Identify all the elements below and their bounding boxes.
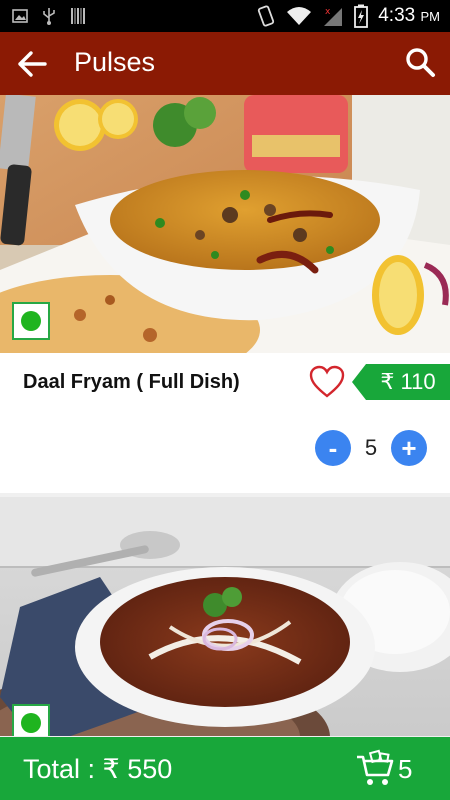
product-card: Daal Fryam ( Full Dish) ₹ 110 - 5 +	[0, 95, 450, 493]
page-title: Pulses	[74, 47, 156, 77]
status-bar: x 4:33 PM	[0, 0, 450, 32]
usb-icon	[43, 8, 55, 25]
image-icon	[12, 9, 28, 23]
cart-count: 5	[398, 754, 413, 784]
svg-text:x: x	[325, 7, 331, 17]
veg-mark-icon	[12, 302, 50, 340]
app-bar: Pulses	[0, 32, 450, 95]
food-image[interactable]	[0, 95, 450, 353]
quantity-decrease-button[interactable]: -	[315, 430, 351, 466]
cart-button[interactable]	[355, 749, 395, 789]
price-tag: ₹ 110	[352, 364, 450, 400]
battery-charging-icon	[354, 4, 369, 28]
phone-vibrate-icon	[258, 5, 275, 27]
favorite-button[interactable]	[309, 365, 345, 399]
product-card	[0, 497, 450, 736]
arrow-back-icon	[18, 51, 47, 77]
veg-mark-icon	[12, 704, 50, 736]
food-image[interactable]	[0, 497, 450, 736]
shopping-cart-icon	[357, 749, 394, 785]
product-list[interactable]: Daal Fryam ( Full Dish) ₹ 110 - 5 +	[0, 95, 450, 736]
quantity-value: 5	[364, 435, 378, 460]
signal-icon: x	[324, 7, 343, 26]
back-button[interactable]	[14, 46, 50, 82]
total-amount: Total : ₹ 550	[23, 754, 173, 784]
search-button[interactable]	[402, 44, 438, 80]
cart-footer[interactable]: Total : ₹ 550 5	[0, 737, 450, 800]
barcode-icon	[71, 8, 85, 24]
clock: 4:33 PM	[378, 5, 440, 26]
item-name: Daal Fryam ( Full Dish)	[23, 371, 240, 393]
heart-outline-icon	[309, 365, 345, 398]
search-icon	[406, 48, 435, 77]
wifi-icon	[287, 7, 312, 25]
quantity-increase-button[interactable]: +	[391, 430, 427, 466]
